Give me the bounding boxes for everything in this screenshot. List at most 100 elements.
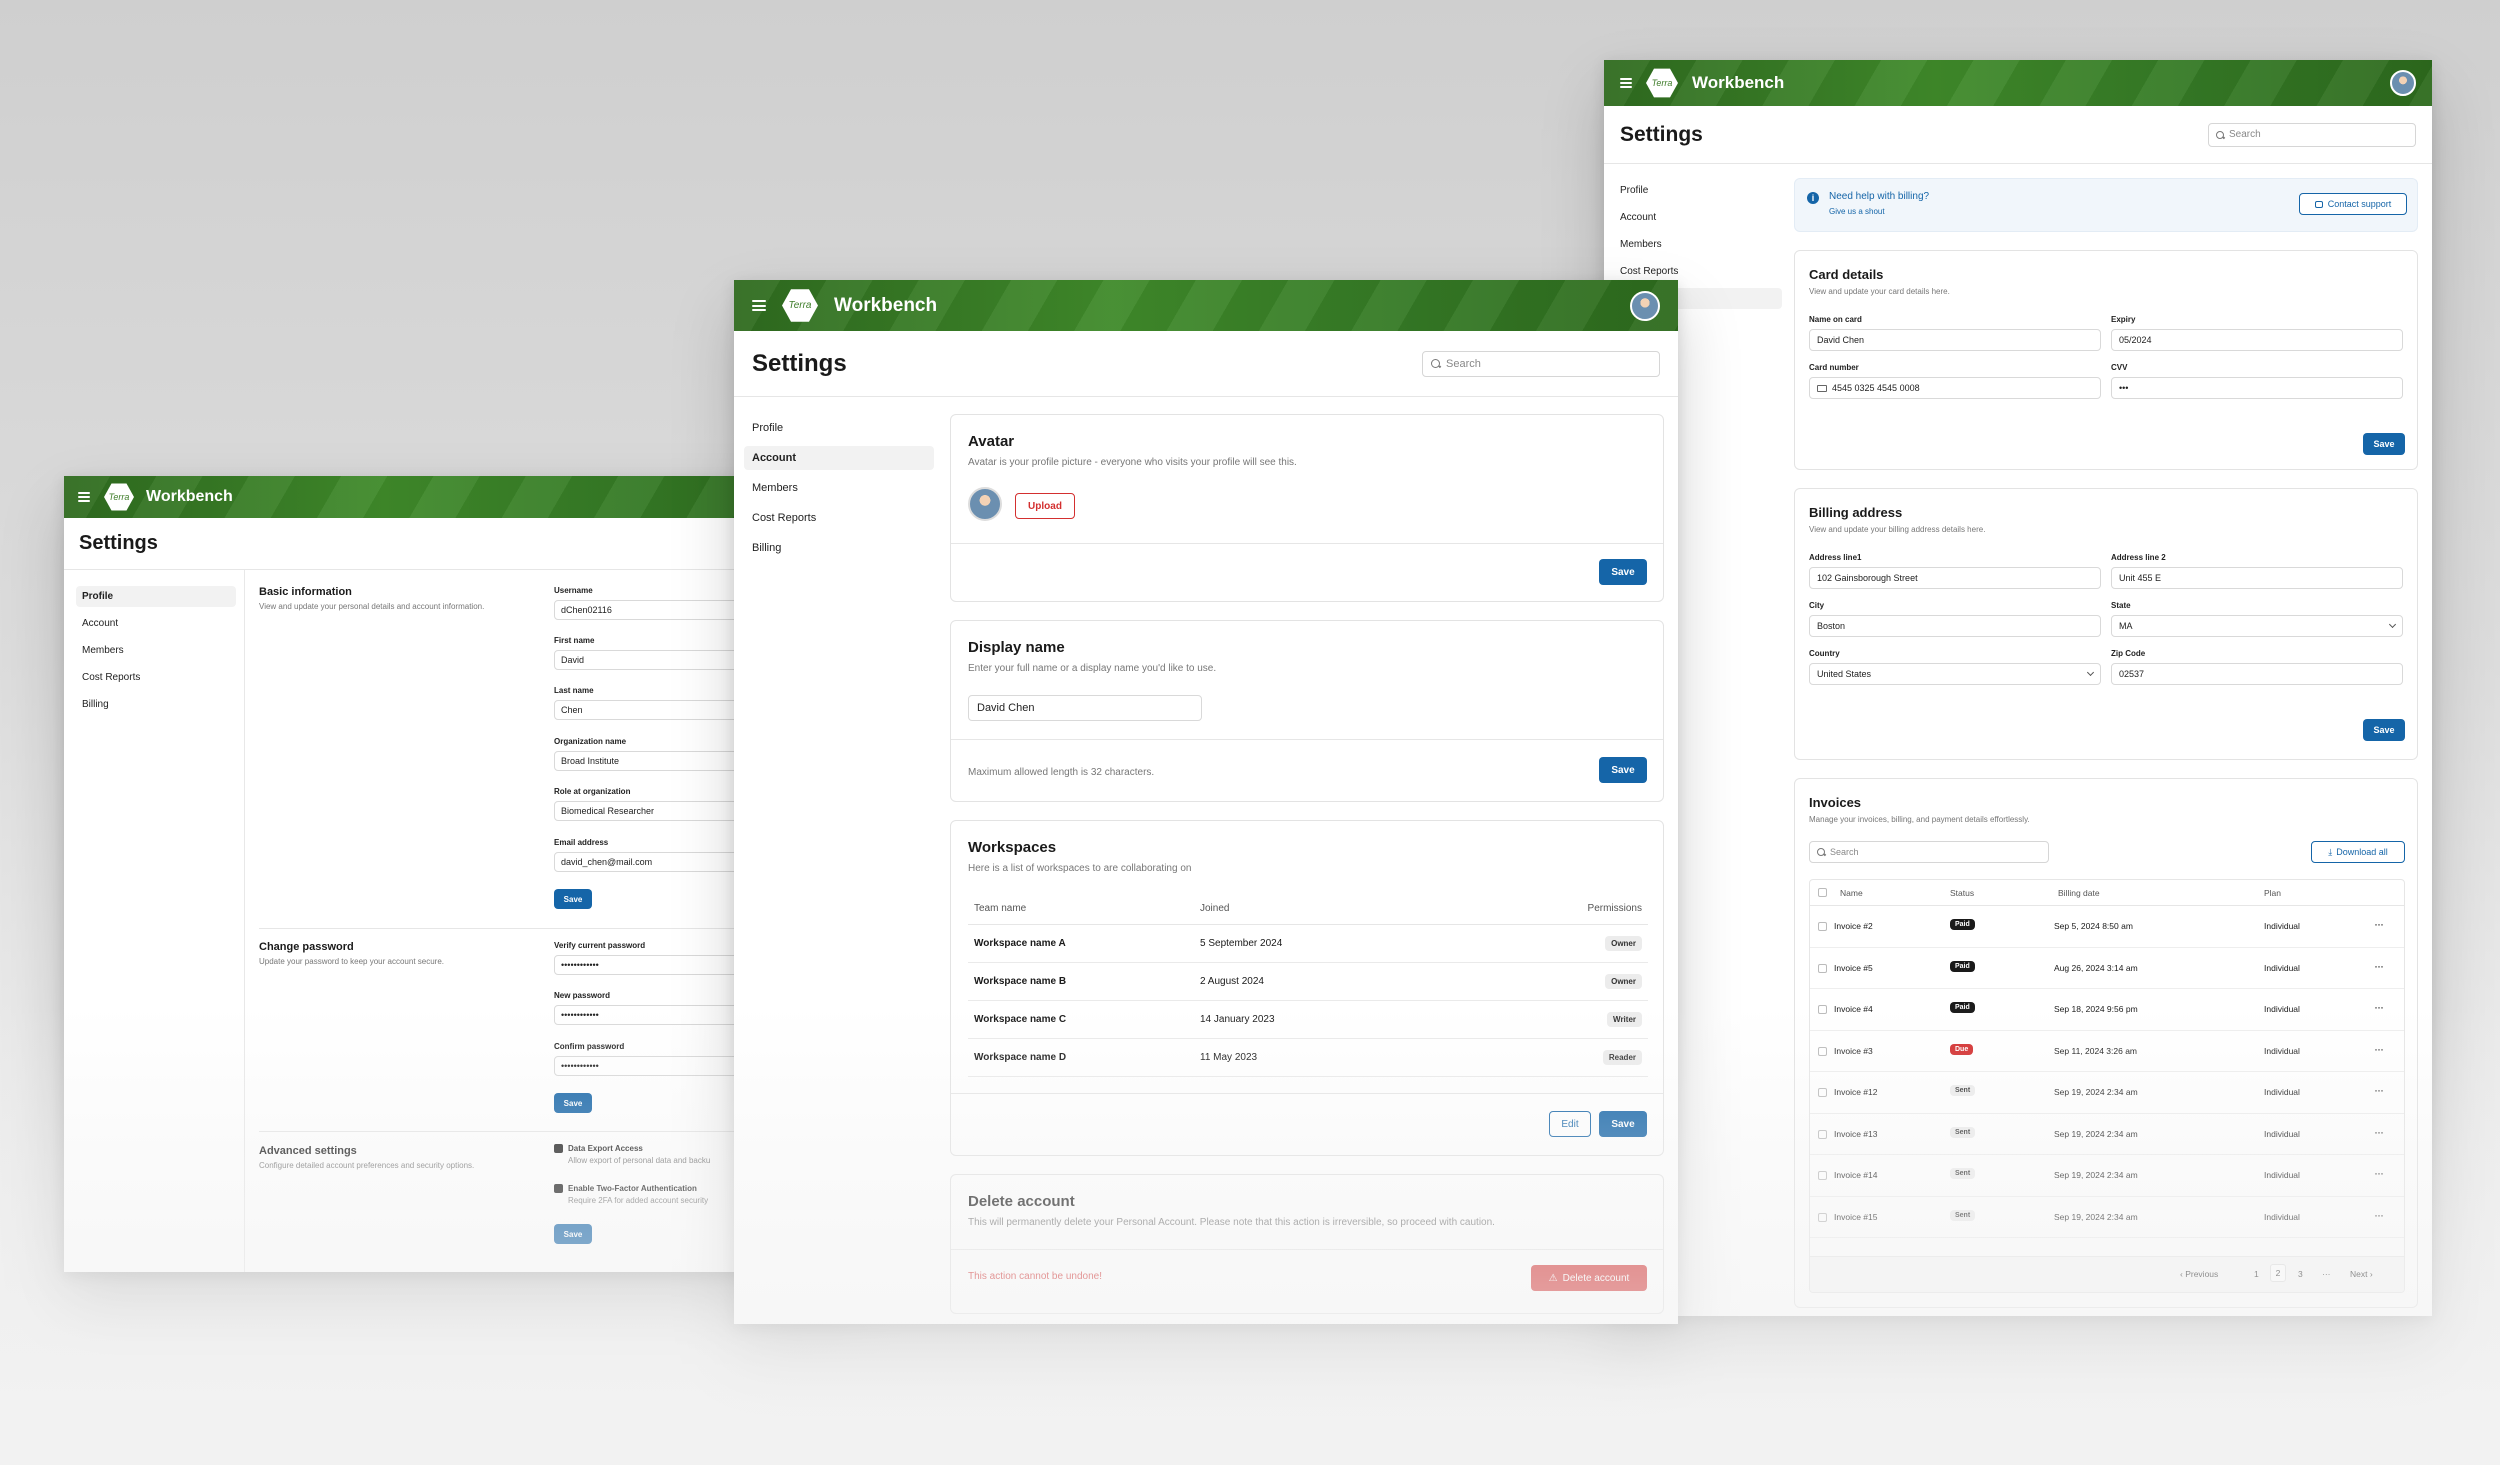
delete-account-label: Delete account (1562, 1272, 1630, 1284)
more-actions-icon[interactable]: ··· (2374, 917, 2384, 931)
invoice-name[interactable]: Invoice #12 (1834, 1087, 1877, 1097)
save-password-button[interactable]: Save (554, 1093, 592, 1113)
last-name-label: Last name (554, 686, 594, 695)
save-display-name-button[interactable]: Save (1599, 757, 1647, 783)
invoice-name[interactable]: Invoice #2 (1834, 921, 1873, 931)
invoice-name[interactable]: Invoice #13 (1834, 1129, 1877, 1139)
billing-date: Sep 18, 2024 9:56 pm (2054, 1004, 2138, 1014)
row-checkbox[interactable] (1818, 1212, 1827, 1222)
user-avatar[interactable] (2390, 70, 2416, 96)
brand-name: Workbench (1692, 73, 1785, 92)
row-checkbox[interactable] (1818, 1088, 1827, 1097)
address-line1-field[interactable]: 102 Gainsborough Street (1809, 567, 2101, 589)
more-actions-icon[interactable]: ··· (2374, 1125, 2384, 1139)
sidebar-item-members[interactable]: Members (744, 476, 934, 500)
more-actions-icon[interactable]: ··· (2374, 1000, 2384, 1014)
sidebar-item-members[interactable]: Members (1614, 234, 1782, 255)
previous-page-button[interactable]: ‹ Previous (2180, 1269, 2218, 1279)
data-export-option[interactable]: Data Export Access Allow export of person… (554, 1144, 710, 1165)
invoice-name[interactable]: Invoice #4 (1834, 1004, 1873, 1014)
more-actions-icon[interactable]: ··· (2374, 1083, 2384, 1097)
page-3-button[interactable]: 3 (2298, 1269, 2303, 1279)
search-input[interactable]: Search (1422, 350, 1660, 377)
country-select[interactable]: United States (1809, 663, 2101, 685)
sidebar-item-account[interactable]: Account (744, 446, 934, 470)
select-all-checkbox[interactable] (1818, 888, 1827, 897)
table-row: Workspace name A 5 September 2024 Owner (968, 925, 1648, 963)
row-checkbox[interactable] (1818, 1129, 1827, 1139)
two-factor-checkbox[interactable] (554, 1184, 563, 1193)
invoice-search-input[interactable]: Search (1809, 841, 2049, 863)
chevron-down-icon (2086, 668, 2095, 677)
menu-icon[interactable] (1620, 78, 1632, 88)
invoice-name[interactable]: Invoice #14 (1834, 1170, 1877, 1180)
upload-button[interactable]: Upload (1015, 493, 1075, 519)
sidebar-item-profile[interactable]: Profile (1614, 180, 1782, 201)
edit-workspaces-button[interactable]: Edit (1549, 1111, 1591, 1137)
two-factor-option[interactable]: Enable Two-Factor Authentication Require … (554, 1184, 708, 1205)
sidebar-item-cost-reports[interactable]: Cost Reports (1614, 261, 1782, 282)
menu-icon[interactable] (78, 492, 90, 502)
more-actions-icon[interactable]: ··· (2374, 1208, 2384, 1222)
save-workspaces-button[interactable]: Save (1599, 1111, 1647, 1137)
save-card-button[interactable]: Save (2363, 433, 2405, 455)
row-checkbox[interactable] (1818, 1171, 1827, 1180)
sidebar-item-profile[interactable]: Profile (744, 416, 934, 440)
row-checkbox[interactable] (1818, 922, 1827, 931)
table-row: Workspace name C 14 January 2023 Writer (968, 1001, 1648, 1039)
basic-info-desc: View and update your personal details an… (259, 602, 485, 611)
city-field[interactable]: Boston (1809, 615, 2101, 637)
sidebar-item-members[interactable]: Members (76, 640, 236, 661)
display-name-input[interactable]: David Chen (968, 695, 1202, 721)
next-page-button[interactable]: Next › (2350, 1269, 2373, 1279)
download-all-button[interactable]: ⤓ Download all (2311, 841, 2405, 863)
more-actions-icon[interactable]: ··· (2374, 959, 2384, 973)
sidebar-item-account[interactable]: Account (76, 613, 236, 634)
search-input[interactable]: Search (2208, 122, 2416, 147)
sidebar-item-billing[interactable]: Billing (76, 694, 236, 715)
data-export-checkbox[interactable] (554, 1144, 563, 1153)
help-link[interactable]: Give us a shout (1829, 207, 1885, 216)
invoice-name[interactable]: Invoice #15 (1834, 1212, 1877, 1222)
permission-badge: Writer (1607, 1012, 1642, 1027)
row-checkbox[interactable] (1818, 1046, 1827, 1056)
row-checkbox[interactable] (1818, 963, 1827, 973)
delete-account-button[interactable]: ⚠ Delete account (1531, 1265, 1647, 1291)
data-export-label: Data Export Access (568, 1144, 643, 1153)
row-checkbox[interactable] (1818, 1005, 1827, 1014)
contact-support-button[interactable]: Contact support (2299, 193, 2407, 215)
header-plan: Plan (2264, 888, 2282, 898)
download-all-label: Download all (2336, 847, 2388, 857)
new-password-value: •••••••••••• (561, 1010, 599, 1020)
state-select[interactable]: MA (2111, 615, 2403, 637)
save-address-button[interactable]: Save (2363, 719, 2405, 741)
page-1-button[interactable]: 1 (2254, 1269, 2259, 1279)
zip-field[interactable]: 02537 (2111, 663, 2403, 685)
sidebar-item-account[interactable]: Account (1614, 207, 1782, 228)
menu-icon[interactable] (752, 300, 766, 311)
sidebar-item-cost-reports[interactable]: Cost Reports (76, 667, 236, 688)
invoice-name[interactable]: Invoice #3 (1834, 1046, 1873, 1056)
save-advanced-button[interactable]: Save (554, 1224, 592, 1244)
address-line1-label: Address line1 (1809, 553, 1862, 562)
table-row: Workspace name B 2 August 2024 Owner (968, 963, 1648, 1001)
save-basic-button[interactable]: Save (554, 889, 592, 909)
sidebar-item-cost-reports[interactable]: Cost Reports (744, 506, 934, 530)
name-on-card-field[interactable]: David Chen (1809, 329, 2101, 351)
more-actions-icon[interactable]: ··· (2374, 1166, 2384, 1180)
cvv-field[interactable]: ••• (2111, 377, 2403, 399)
table-row: Invoice #4 Paid Sep 18, 2024 9:56 pm Indivi… (1810, 989, 2404, 1031)
invoice-name[interactable]: Invoice #5 (1834, 963, 1873, 973)
billing-date: Aug 26, 2024 3:14 am (2054, 962, 2138, 973)
page-2-button[interactable]: 2 (2270, 1264, 2286, 1282)
avatar-title: Avatar (968, 433, 1015, 450)
card-number-field[interactable]: 4545 0325 4545 0008 (1809, 377, 2101, 399)
avatar-card: Avatar Avatar is your profile picture - … (950, 414, 1664, 602)
sidebar-item-profile[interactable]: Profile (76, 586, 236, 607)
expiry-field[interactable]: 05/2024 (2111, 329, 2403, 351)
more-actions-icon[interactable]: ··· (2374, 1042, 2384, 1056)
user-avatar[interactable] (1630, 290, 1660, 321)
save-avatar-button[interactable]: Save (1599, 559, 1647, 585)
address-line2-field[interactable]: Unit 455 E (2111, 567, 2403, 589)
sidebar-item-billing[interactable]: Billing (744, 536, 934, 560)
